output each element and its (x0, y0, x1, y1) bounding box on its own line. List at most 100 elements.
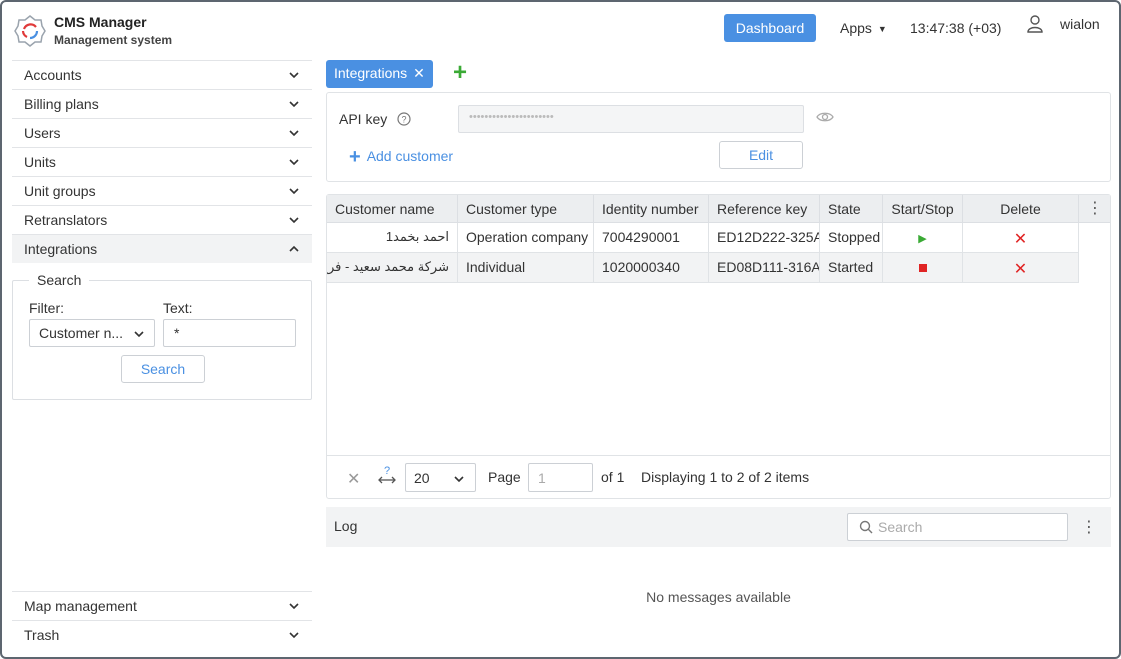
sidebar-item-label: Accounts (24, 67, 82, 83)
svg-text:?: ? (384, 465, 390, 477)
column-menu-icon[interactable]: ⋮ (1080, 195, 1110, 223)
clear-filter-icon[interactable]: ✕ (347, 469, 360, 489)
table-row[interactable]: احمد بخمد1 Operation company 7004290001 … (327, 223, 1079, 253)
sidebar-item-label: Units (24, 154, 56, 170)
plus-icon: + (349, 146, 361, 168)
delete-icon[interactable]: ✕ (1014, 231, 1027, 248)
cell-customer-type: Operation company (458, 223, 594, 252)
page-size-select[interactable]: 20 (405, 463, 476, 492)
filter-select[interactable]: Customer n... (29, 319, 155, 347)
apps-label: Apps (840, 20, 872, 36)
column-header[interactable]: Reference key (709, 195, 820, 223)
column-header[interactable]: Start/Stop (883, 195, 963, 223)
chevron-down-icon (134, 331, 144, 338)
text-label: Text: (163, 300, 193, 316)
header: CMS Manager Management system Dashboard … (2, 2, 1119, 58)
username[interactable]: wialon (1060, 16, 1100, 32)
customers-table: Customer name Customer type Identity num… (326, 194, 1111, 499)
search-panel: Search Filter: Text: Customer n... * Sea… (12, 272, 312, 400)
log-title: Log (334, 518, 358, 534)
app-title: CMS Manager (54, 14, 147, 30)
add-customer-button[interactable]: + Add customer (349, 146, 453, 169)
log-empty-message: No messages available (646, 589, 791, 605)
fit-columns-icon[interactable]: ? (377, 464, 397, 488)
page-size-value: 20 (414, 470, 430, 486)
sidebar-item-accounts[interactable]: Accounts (12, 60, 312, 89)
delete-icon[interactable]: ✕ (1014, 261, 1027, 278)
search-icon (859, 520, 873, 534)
api-key-panel: API key ? •••••••••••••••••••••• + Add cu… (326, 92, 1111, 182)
column-header[interactable]: Customer type (458, 195, 594, 223)
sidebar-item-label: Billing plans (24, 96, 99, 112)
cell-delete: ✕ (963, 253, 1079, 282)
page-count: of 1 (601, 469, 625, 485)
edit-button[interactable]: Edit (719, 141, 803, 169)
sidebar-item-billing-plans[interactable]: Billing plans (12, 89, 312, 118)
column-header[interactable]: Identity number (594, 195, 709, 223)
sidebar-item-label: Unit groups (24, 183, 96, 199)
caret-down-icon: ▼ (877, 24, 887, 35)
sidebar-item-label: Users (24, 125, 61, 141)
log-search-placeholder: Search (878, 519, 923, 535)
add-tab-plus-icon[interactable]: + (451, 61, 469, 85)
filter-select-value: Customer n... (39, 325, 124, 341)
app-window: CMS Manager Management system Dashboard … (0, 0, 1121, 659)
column-header[interactable]: Delete (963, 195, 1079, 223)
help-icon[interactable]: ? (397, 112, 411, 126)
chevron-down-icon (289, 188, 299, 195)
pagination-bar: ✕ ? 20 Page 1 of 1 Displaying 1 to 2 of … (327, 455, 1110, 498)
api-key-field[interactable]: •••••••••••••••••••••• (458, 105, 804, 133)
log-menu-icon[interactable]: ⋮ (1081, 517, 1097, 537)
sidebar: Accounts Billing plans Users Units Unit … (12, 58, 312, 657)
eye-icon[interactable] (816, 110, 834, 124)
play-icon[interactable]: ▶ (918, 233, 926, 245)
chevron-down-icon (289, 632, 299, 639)
close-icon[interactable]: ✕ (413, 65, 425, 82)
chevron-down-icon (289, 159, 299, 166)
cell-reference-key: ED08D111-316A (709, 253, 820, 282)
sidebar-item-map-management[interactable]: Map management (12, 591, 312, 620)
column-header[interactable]: State (820, 195, 883, 223)
cell-start-stop (883, 253, 963, 282)
apps-menu[interactable]: Apps ▼ (840, 20, 887, 36)
page-label: Page (488, 469, 521, 485)
page-number-input[interactable]: 1 (528, 463, 593, 492)
search-legend: Search (29, 272, 90, 288)
sidebar-item-users[interactable]: Users (12, 118, 312, 147)
chevron-down-icon (289, 101, 299, 108)
sidebar-item-label: Integrations (24, 241, 98, 257)
sidebar-item-trash[interactable]: Trash (12, 620, 312, 649)
chevron-up-icon (289, 245, 299, 252)
add-customer-label: Add customer (366, 148, 454, 164)
sidebar-item-label: Retranslators (24, 212, 108, 228)
sidebar-item-unit-groups[interactable]: Unit groups (12, 176, 312, 205)
log-search-input[interactable]: Search (847, 513, 1068, 541)
sidebar-item-label: Map management (24, 598, 137, 614)
search-text-input[interactable]: * (163, 319, 296, 347)
sidebar-item-units[interactable]: Units (12, 147, 312, 176)
cell-customer-name: احمد بخمد1 (327, 223, 458, 252)
chevron-down-icon (289, 72, 299, 79)
table-row[interactable]: شركة محمد سعيد - فرع 2 Individual 102000… (327, 253, 1079, 283)
table-header: Customer name Customer type Identity num… (327, 195, 1110, 223)
cell-state: Stopped (820, 223, 883, 252)
chevron-down-icon (454, 476, 464, 483)
api-key-label: API key (339, 111, 388, 127)
cell-customer-name: شركة محمد سعيد - فرع 2 (327, 253, 458, 282)
sidebar-item-integrations[interactable]: Integrations (12, 234, 312, 263)
search-button[interactable]: Search (121, 355, 205, 383)
cell-identity-number: 7004290001 (594, 223, 709, 252)
display-summary: Displaying 1 to 2 of 2 items (641, 469, 810, 485)
app-subtitle: Management system (54, 33, 173, 47)
dashboard-button[interactable]: Dashboard (724, 14, 816, 42)
cell-identity-number: 1020000340 (594, 253, 709, 282)
column-header[interactable]: Customer name (327, 195, 458, 223)
filter-label: Filter: (29, 300, 64, 316)
stop-icon[interactable] (918, 264, 927, 272)
user-icon[interactable] (1027, 15, 1043, 33)
tab-label: Integrations (334, 65, 408, 81)
sidebar-item-retranslators[interactable]: Retranslators (12, 205, 312, 234)
tab-integrations[interactable]: Integrations ✕ (326, 60, 433, 88)
cell-delete: ✕ (963, 223, 1079, 252)
clock: 13:47:38 (+03) (910, 20, 1002, 36)
